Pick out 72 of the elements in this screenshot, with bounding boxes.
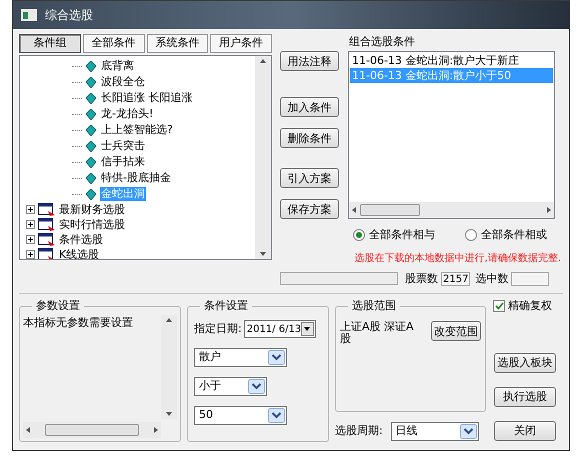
action-button[interactable]: 加入条件 <box>280 97 339 117</box>
selected-count-label: 选中数 <box>475 270 508 286</box>
dropdown[interactable]: 散户 <box>194 348 287 367</box>
tab[interactable]: 全部条件 <box>82 34 144 53</box>
radio-icon[interactable] <box>465 229 477 242</box>
tree-item[interactable]: 长阳追涨 长阳追涨 <box>100 91 194 105</box>
diamond-icon <box>86 108 96 120</box>
action-button[interactable]: 删除条件 <box>280 128 339 148</box>
diamond-icon <box>86 156 96 168</box>
horizontal-scrollbar[interactable] <box>349 202 554 218</box>
change-range-button[interactable]: 改变范围 <box>431 321 481 341</box>
tree-item[interactable]: 龙-龙抬头! <box>100 107 154 121</box>
horizontal-scrollbar[interactable] <box>23 422 161 438</box>
tab[interactable]: 系统条件 <box>146 34 208 53</box>
group-title: 选股范围 <box>348 299 400 313</box>
date-picker[interactable]: 2011/ 6/13 <box>244 320 316 338</box>
diamond-icon <box>86 188 96 200</box>
period-label: 选股周期: <box>335 423 383 440</box>
tree-item[interactable]: 上上签智能选? <box>100 123 174 137</box>
stock-count-label: 股票数 <box>405 270 438 286</box>
action-button[interactable]: 保存方案 <box>280 199 339 219</box>
diamond-icon <box>86 172 96 184</box>
tree-item[interactable]: K线选股 <box>59 248 100 259</box>
action-button[interactable]: 选股入板块 <box>494 352 556 372</box>
range-text: 上证A股 深证A股 <box>340 321 415 347</box>
checkbox-label: 精确复权 <box>508 298 552 314</box>
action-button[interactable]: 用法注释 <box>280 51 339 71</box>
action-button[interactable]: 引入方案 <box>280 168 339 188</box>
diamond-icon <box>86 92 96 104</box>
window-icon <box>38 218 56 232</box>
checkbox[interactable] <box>493 300 505 312</box>
app-icon <box>21 9 37 21</box>
list-item[interactable]: 11-06-13 金蛇出洞:散户大于新庄 <box>350 53 553 68</box>
dropdown[interactable]: 小于 <box>194 377 267 396</box>
group-title: 条件设置 <box>200 299 252 313</box>
expand-icon[interactable] <box>26 220 35 229</box>
tree-item[interactable]: 波段全仓 <box>100 75 146 89</box>
action-button[interactable]: 执行选股 <box>494 386 556 406</box>
radio-icon[interactable] <box>353 229 365 242</box>
expand-icon[interactable] <box>26 205 35 214</box>
tree-item[interactable]: 实时行情选股 <box>59 218 125 232</box>
diamond-icon <box>86 60 96 72</box>
tree-item[interactable]: 士兵突击 <box>100 139 146 153</box>
dropdown[interactable]: 50 <box>194 406 287 425</box>
diamond-icon <box>86 140 96 152</box>
group-title: 参数设置 <box>32 299 84 313</box>
selected-count-field <box>511 272 550 286</box>
window-icon <box>38 232 56 246</box>
tree-item[interactable]: 条件选股 <box>59 232 103 246</box>
diamond-icon <box>86 124 96 136</box>
tree-item[interactable]: 最新财务选股 <box>59 202 125 216</box>
stock-count-field: 2157 <box>441 272 470 286</box>
period-dropdown[interactable]: 日线 <box>390 422 479 441</box>
notice-text: 选股在下载的本地数据中进行,请确保数据完整. <box>354 252 561 264</box>
list-title: 组合选股条件 <box>348 34 416 49</box>
radio-option[interactable]: 全部条件相或 <box>465 227 547 244</box>
window-icon <box>38 202 56 216</box>
radio-option[interactable]: 全部条件相与 <box>353 227 435 244</box>
tree-item[interactable]: 信手拈来 <box>100 155 146 169</box>
date-label: 指定日期: <box>194 320 242 337</box>
diamond-icon <box>86 76 96 88</box>
params-text: 本指标无参数需要设置 <box>23 315 134 331</box>
expand-icon[interactable] <box>26 235 35 244</box>
tree-item[interactable]: 底背离 <box>100 59 135 73</box>
expand-icon[interactable] <box>26 250 35 259</box>
vertical-scrollbar[interactable] <box>255 56 271 259</box>
tab[interactable]: 条件组 <box>19 34 81 53</box>
tab[interactable]: 用户条件 <box>210 34 272 53</box>
vertical-scrollbar[interactable] <box>161 315 177 419</box>
window-title: 综合选股 <box>45 7 93 24</box>
action-button[interactable]: 关闭 <box>494 420 556 440</box>
tree-item[interactable]: 特供-股底抽金 <box>100 171 172 185</box>
